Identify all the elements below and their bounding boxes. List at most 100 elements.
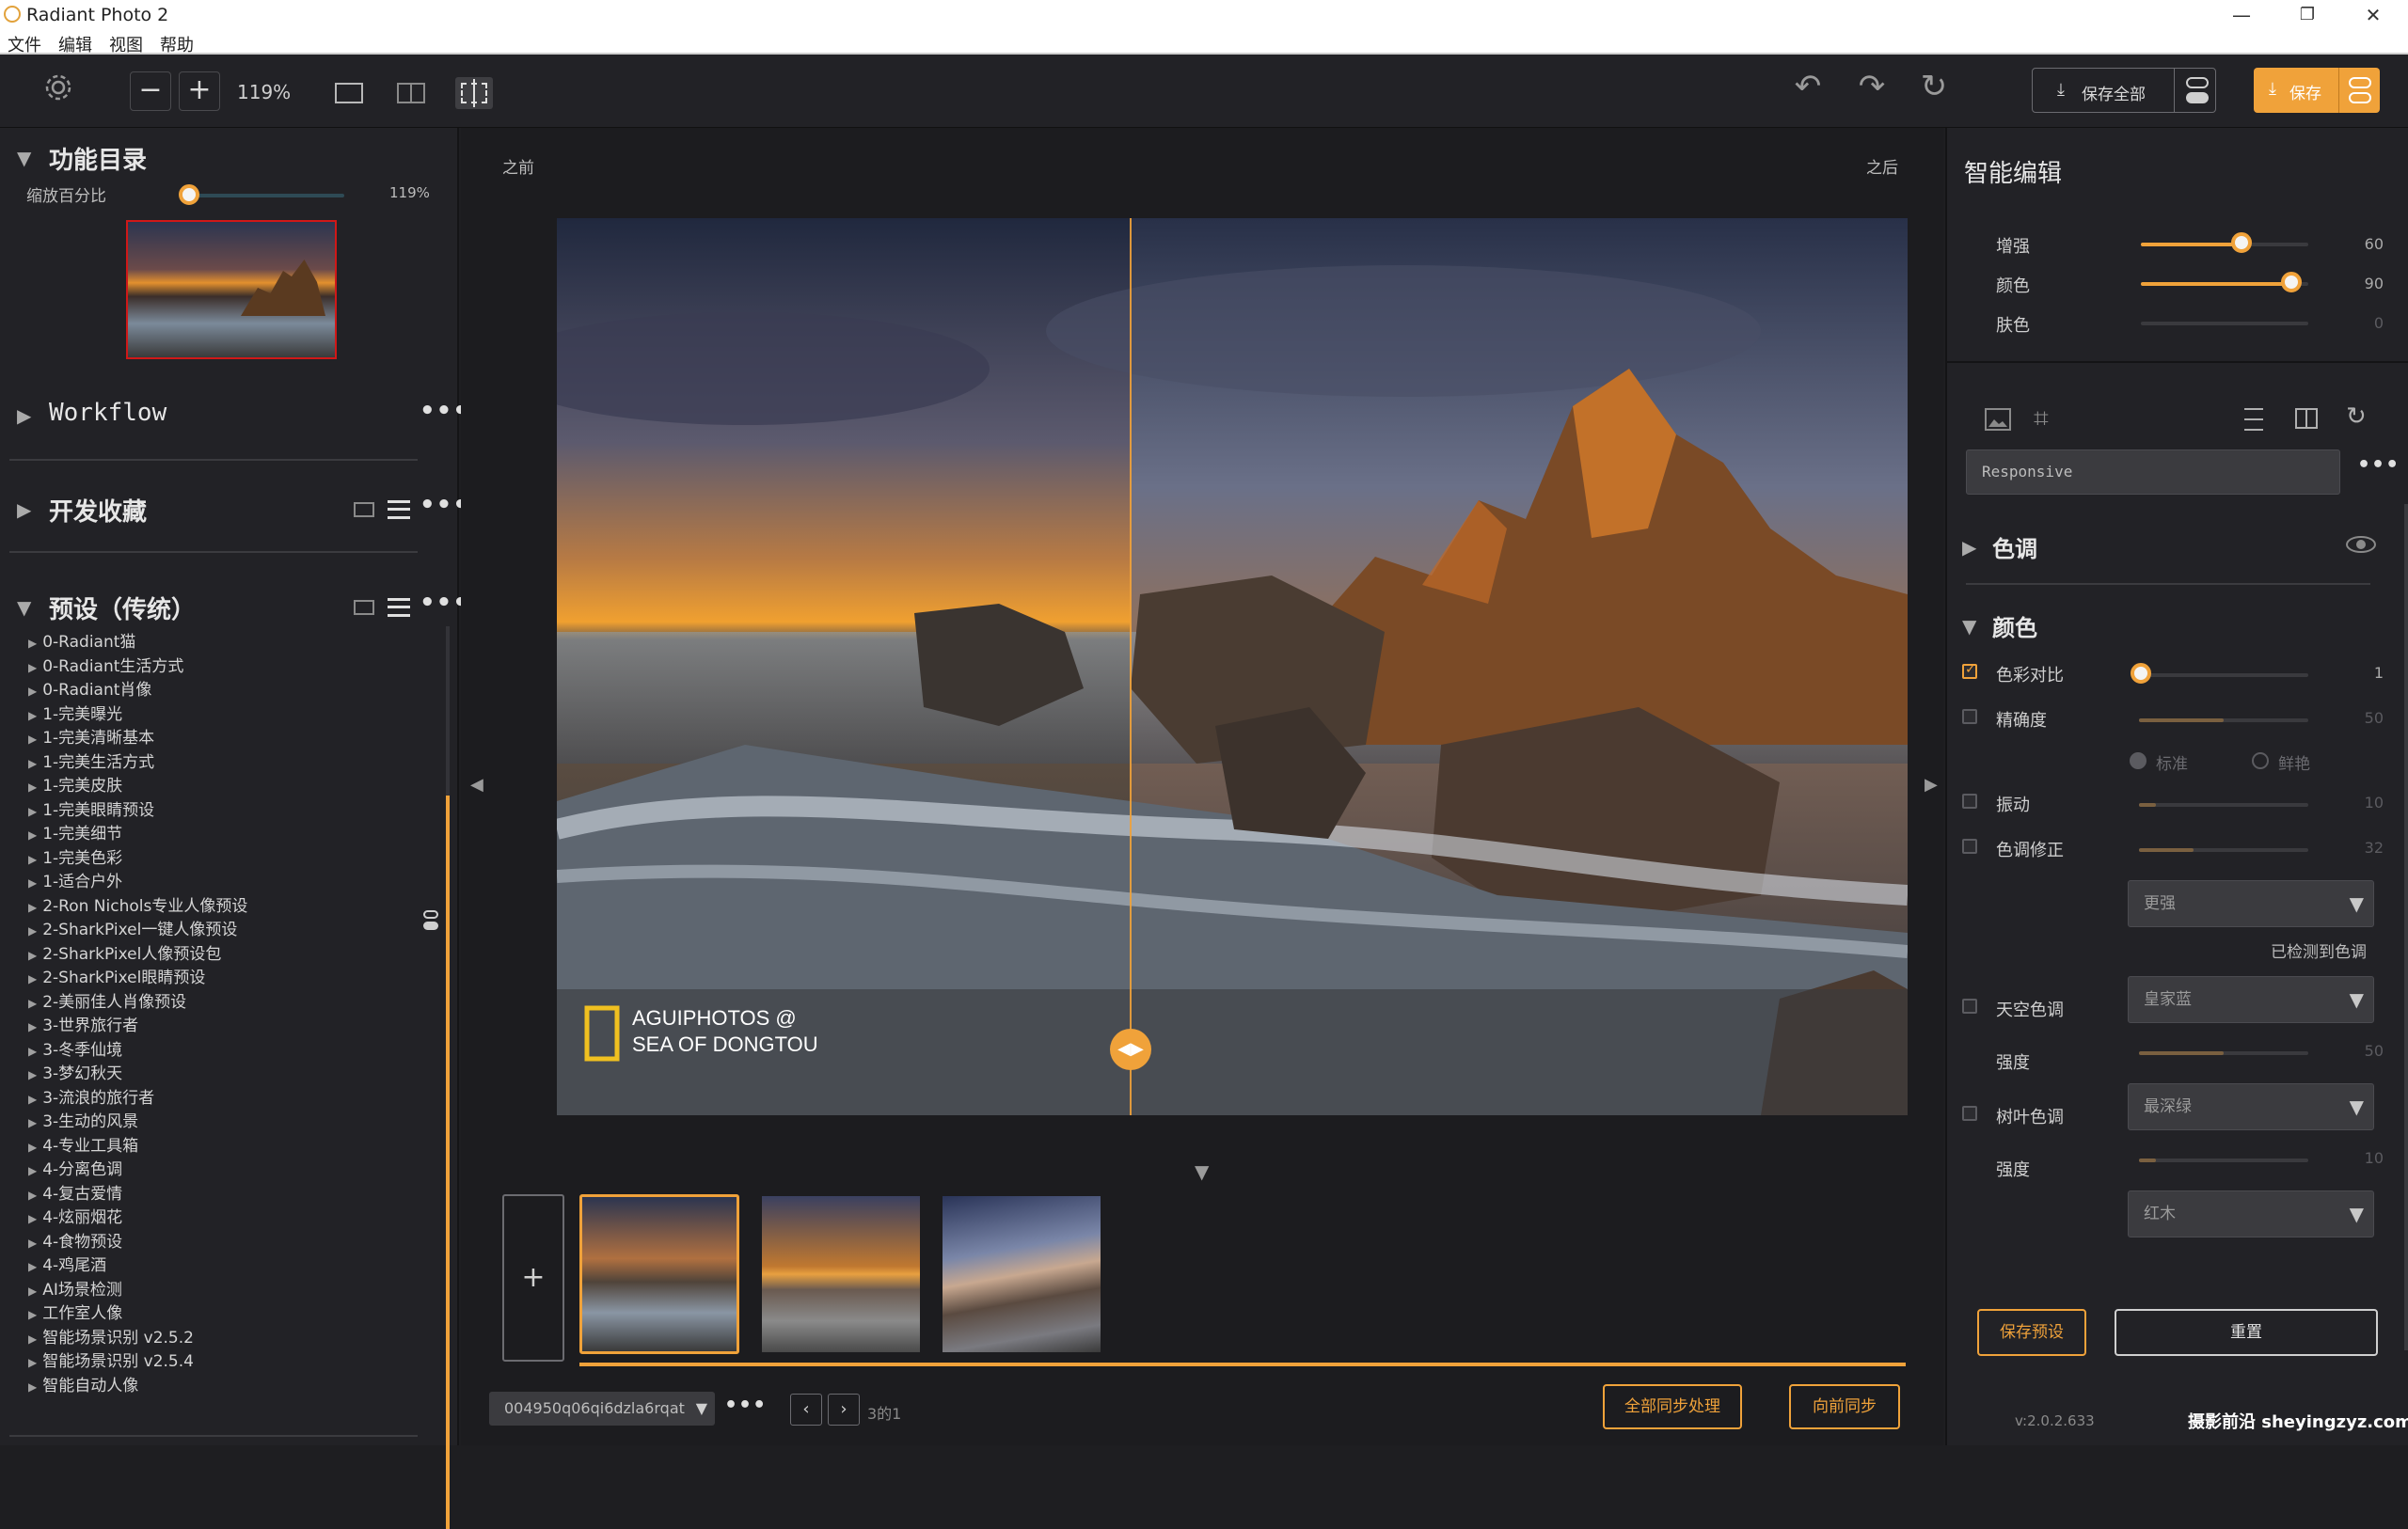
batch-all-button[interactable]: 全部同步处理 (1603, 1384, 1742, 1429)
preset-item[interactable]: ▶ 3-流浪的旅行者 (28, 1084, 154, 1108)
preset-item[interactable]: ▶ 智能自动人像 (28, 1372, 138, 1395)
mode-vivid-radio[interactable] (2252, 752, 2269, 769)
grid-view-icon[interactable] (354, 502, 374, 517)
refresh-icon[interactable]: ↻ (1913, 68, 1955, 105)
expand-icon[interactable]: ▶ (1962, 536, 1976, 559)
mode-standard-radio[interactable] (2130, 752, 2147, 769)
next-page-button[interactable]: › (828, 1394, 860, 1426)
skin-tone-slider[interactable] (2141, 322, 2308, 325)
profile-dropdown[interactable]: Responsive (1966, 449, 2340, 495)
sky-strength-slider[interactable] (2139, 1051, 2308, 1055)
preset-item[interactable]: ▶ 3-世界旅行者 (28, 1012, 138, 1035)
navigator-zoom-slider[interactable] (188, 194, 344, 197)
preset-item[interactable]: ▶ 1-适合户外 (28, 868, 122, 891)
navigator-zoom-knob[interactable] (179, 184, 199, 205)
enhance-slider-knob[interactable] (2230, 232, 2252, 253)
foliage-tone-checkbox[interactable] (1962, 1106, 1977, 1121)
filmstrip-thumb[interactable] (579, 1194, 739, 1354)
color-contrast-checkbox[interactable]: ✓ (1962, 662, 1977, 679)
reset-button[interactable]: 重置 (2115, 1309, 2378, 1356)
list-view-icon[interactable] (388, 500, 410, 519)
preset-item[interactable]: ▶ 1-完美曝光 (28, 701, 122, 724)
preset-item[interactable]: ▶ 4-炫丽烟花 (28, 1204, 122, 1227)
save-preset-button[interactable]: 保存预设 (1977, 1309, 2086, 1356)
menu-file[interactable]: 文件 (8, 32, 41, 56)
preset-item[interactable]: ▶ 2-SharkPixel一键人像预设 (28, 916, 237, 939)
preset-item[interactable]: ▶ 1-完美眼睛预设 (28, 796, 154, 820)
preset-item[interactable]: ▶ 1-完美色彩 (28, 844, 122, 868)
preset-item[interactable]: ▶ 1-完美细节 (28, 820, 122, 843)
redo-icon[interactable]: ↷ (1851, 68, 1893, 105)
tone-strength-dropdown[interactable]: 更强 ▼ (2128, 880, 2374, 927)
preset-item[interactable]: ▶ 0-Radiant猫 (28, 628, 135, 652)
preset-item[interactable]: ▶ 4-鸡尾酒 (28, 1252, 106, 1275)
prev-page-button[interactable]: ‹ (790, 1394, 822, 1426)
preset-item[interactable]: ▶ 1-完美皮肤 (28, 772, 122, 796)
tone-correct-slider[interactable] (2139, 848, 2308, 852)
filmstrip-scrollbar[interactable] (579, 1363, 1906, 1366)
foliage-tone-dropdown[interactable]: 最深绿 ▼ (2128, 1083, 2374, 1130)
side-by-side-view-icon[interactable] (397, 83, 425, 103)
preset-item[interactable]: ▶ 2-SharkPixel人像预设包 (28, 940, 221, 964)
preset-item[interactable]: ▶ 4-复古爱情 (28, 1180, 122, 1204)
preset-item[interactable]: ▶ 4-专业工具箱 (28, 1132, 138, 1156)
preset-item[interactable]: ▶ AI场景检测 (28, 1276, 122, 1300)
menu-edit[interactable]: 编辑 (58, 32, 92, 56)
vibrance-checkbox[interactable] (1962, 794, 1977, 809)
split-divider-handle[interactable]: ◀▶ (1110, 1029, 1151, 1070)
vibrance-slider[interactable] (2139, 803, 2308, 807)
collapse-icon[interactable]: ▼ (1962, 615, 1976, 638)
menu-help[interactable]: 帮助 (160, 32, 194, 56)
preset-item[interactable]: ▶ 智能场景识别 v2.5.4 (28, 1348, 194, 1371)
single-view-icon[interactable] (335, 83, 363, 103)
close-button[interactable]: ✕ (2342, 0, 2404, 30)
preset-item[interactable]: ▶ 4-分离色调 (28, 1156, 122, 1179)
menu-view[interactable]: 视图 (109, 32, 143, 56)
save-button[interactable]: ⤓ 保存 (2254, 68, 2380, 113)
photo-preview[interactable]: AGUIPHOTOS @ SEA OF DONGTOU ◀▶ (557, 218, 1908, 1115)
profile-more-icon[interactable]: ••• (2357, 453, 2400, 477)
crop-icon[interactable]: ⌗ (2034, 402, 2049, 434)
image-icon[interactable] (1985, 408, 2011, 431)
save-all-options-icon[interactable] (2174, 68, 2217, 113)
filename-dropdown[interactable]: 004950q06qi6dzla6rqat ▼ (489, 1392, 715, 1426)
navigator-thumbnail[interactable] (126, 220, 337, 359)
settings-gear-icon[interactable] (40, 71, 77, 109)
sync-forward-button[interactable]: 向前同步 (1789, 1384, 1900, 1429)
clarity-checkbox[interactable] (1962, 709, 1977, 724)
clarity-slider[interactable] (2139, 718, 2308, 722)
preset-item[interactable]: ▶ 1-完美清晰基本 (28, 724, 154, 748)
rotate-icon[interactable]: ↻ (2346, 402, 2367, 431)
save-options-icon[interactable] (2338, 68, 2380, 113)
prev-image-arrow-icon[interactable]: ◀ (470, 775, 483, 795)
preset-item[interactable]: ▶ 4-食物预设 (28, 1228, 122, 1252)
undo-icon[interactable]: ↶ (1787, 68, 1829, 105)
zoom-in-button[interactable]: + (179, 71, 220, 111)
collapse-icon[interactable]: ▼ (17, 596, 31, 619)
grid-view-icon[interactable] (354, 600, 374, 615)
preset-scrollbar-thumb[interactable] (446, 796, 450, 1529)
foliage-color-dropdown[interactable]: 红木 ▼ (2128, 1190, 2374, 1237)
list-view-icon[interactable] (388, 598, 410, 617)
color-contrast-slider[interactable] (2139, 673, 2308, 677)
filename-more-icon[interactable]: ••• (724, 1394, 767, 1417)
enhance-slider[interactable] (2141, 243, 2308, 246)
save-all-button[interactable]: ⤓ 保存全部 (2032, 68, 2216, 113)
preset-item[interactable]: ▶ 0-Radiant生活方式 (28, 653, 183, 676)
right-panel-scrollbar[interactable] (2404, 504, 2408, 1350)
flip-horizontal-icon[interactable] (2295, 408, 2318, 429)
preset-item[interactable]: ▶ 2-SharkPixel眼睛预设 (28, 964, 205, 987)
color-contrast-knob[interactable] (2130, 663, 2151, 684)
expand-icon[interactable]: ▶ (17, 498, 31, 521)
maximize-button[interactable]: ❐ (2276, 0, 2338, 30)
add-image-button[interactable]: + (502, 1194, 564, 1362)
visibility-eye-icon[interactable] (2346, 536, 2376, 553)
preset-item[interactable]: ▶ 3-梦幻秋天 (28, 1060, 122, 1083)
preset-item[interactable]: ▶ 智能场景识别 v2.5.2 (28, 1324, 194, 1348)
sky-tone-checkbox[interactable] (1962, 999, 1977, 1014)
zoom-out-button[interactable]: − (130, 71, 171, 111)
filmstrip-thumb[interactable] (762, 1196, 920, 1352)
flip-vertical-icon[interactable] (2244, 408, 2263, 431)
preset-item[interactable]: ▶ 2-Ron Nichols专业人像预设 (28, 892, 247, 916)
filmstrip-thumb[interactable] (943, 1196, 1101, 1352)
